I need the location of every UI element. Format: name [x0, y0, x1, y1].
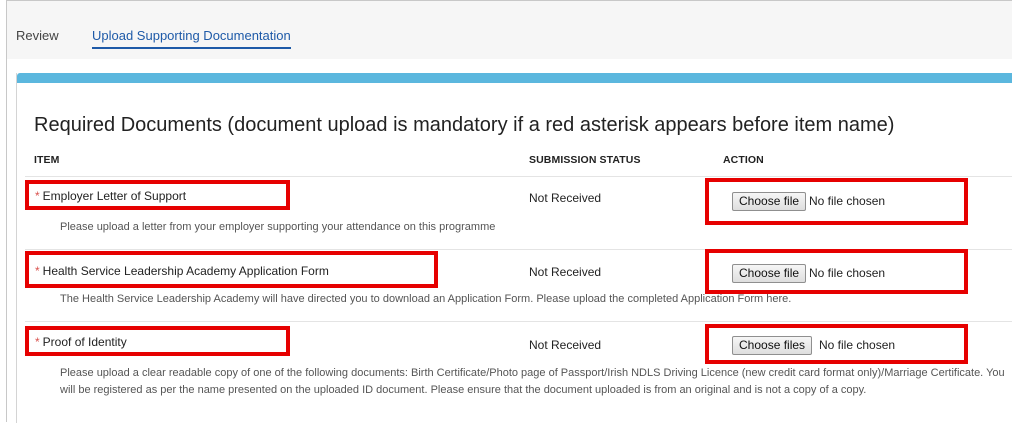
action-highlight-box[interactable]: Choose file No file chosen	[705, 249, 968, 294]
status-application-form: Not Received	[529, 265, 602, 279]
column-header-action: ACTION	[723, 154, 764, 166]
choose-files-button-proof-of-identity[interactable]: Choose files	[732, 336, 813, 355]
item-highlight-box: * Employer Letter of Support	[25, 180, 290, 210]
required-documents-panel: Required Documents (document upload is m…	[16, 73, 1012, 423]
item-name: * Employer Letter of Support	[35, 189, 186, 203]
row-divider	[25, 176, 1012, 177]
required-asterisk: *	[35, 264, 40, 278]
action-highlight-box: Choose file No file chosen	[705, 178, 968, 225]
item-label-employer-letter: Employer Letter of Support	[42, 189, 187, 203]
file-status-proof-of-identity: No file chosen	[819, 338, 896, 352]
item-label-application-form: Health Service Leadership Academy Applic…	[42, 264, 329, 278]
item-highlight-box: * Health Service Leadership Academy Appli…	[25, 251, 438, 288]
description-proof-of-identity: Please upload a clear readable copy of o…	[60, 367, 1005, 396]
status-proof-of-identity: Not Received	[529, 338, 602, 352]
item-name: * Proof of Identity	[35, 335, 127, 349]
tab-review[interactable]: Review	[16, 28, 59, 44]
tab-bar: Review Upload Supporting Documentation	[7, 1, 1012, 59]
panel-header-bar	[17, 73, 1012, 83]
description-employer-letter: Please upload a letter from your employe…	[60, 221, 496, 233]
required-asterisk: *	[35, 335, 40, 349]
required-asterisk: *	[35, 189, 40, 203]
file-status-employer-letter: No file chosen	[809, 194, 886, 208]
tab-upload-supporting-documentation[interactable]: Upload Supporting Documentation	[92, 28, 291, 49]
item-highlight-box: * Proof of Identity	[25, 326, 290, 356]
choose-file-button-employer-letter[interactable]: Choose file	[732, 192, 807, 211]
item-name: * Health Service Leadership Academy Appli…	[35, 264, 329, 278]
row-divider	[25, 321, 1012, 322]
action-highlight-box: Choose files No file chosen	[705, 324, 968, 364]
item-label-proof-of-identity: Proof of Identity	[42, 335, 127, 349]
choose-file-button-application-form[interactable]: Choose file	[732, 264, 807, 283]
status-employer-letter: Not Received	[529, 191, 602, 205]
file-status-application-form: No file chosen	[809, 266, 886, 280]
column-header-submission-status: SUBMISSION STATUS	[529, 154, 641, 166]
column-header-item: ITEM	[34, 154, 60, 166]
section-title: Required Documents (document upload is m…	[34, 114, 895, 136]
description-application-form: The Health Service Leadership Academy wi…	[60, 293, 792, 305]
application-window: Review Upload Supporting Documentation R…	[6, 0, 1012, 423]
